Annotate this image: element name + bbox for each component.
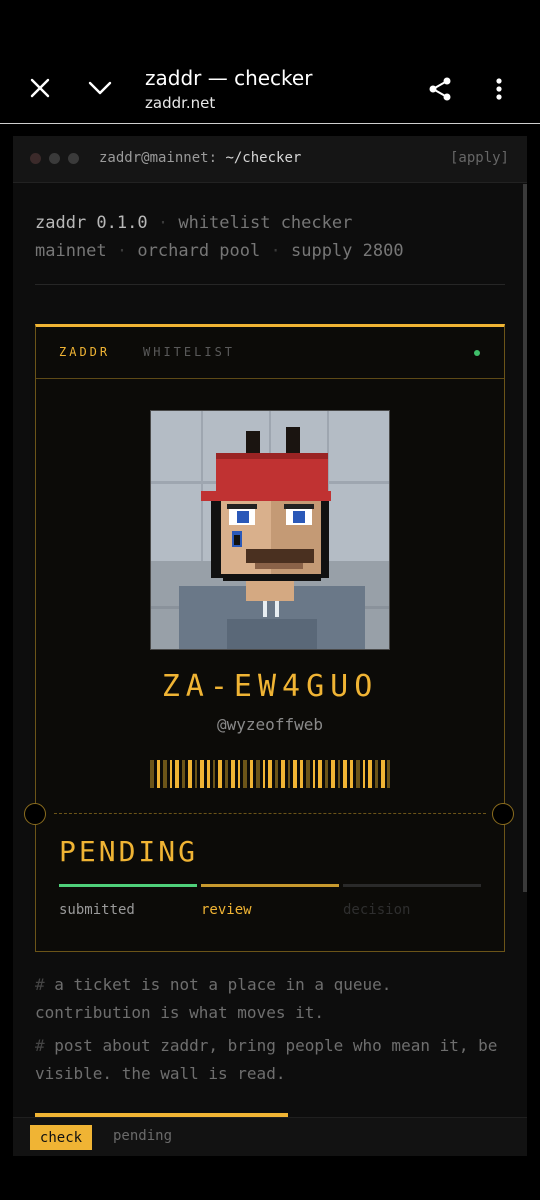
supply-count: supply 2800 bbox=[290, 241, 404, 261]
terminal-prompt: zaddr@mainnet: ~/checker bbox=[99, 150, 301, 166]
pool-name: orchard pool bbox=[137, 241, 261, 261]
ticket-brand: ZADDR bbox=[59, 345, 111, 359]
window-dot-close bbox=[30, 153, 41, 164]
step-label-review: review bbox=[201, 902, 252, 918]
whitelist-ticket: ZADDR WHITELIST ZA-EW4GUO @wyzeoffweb PE… bbox=[24, 324, 514, 952]
ticket-status: PENDING bbox=[59, 835, 199, 868]
ticket-code: ZA-EW4GUO bbox=[161, 669, 379, 704]
step-bar-submitted bbox=[59, 884, 197, 887]
app-description: whitelist checker bbox=[178, 213, 353, 233]
chevron-down-icon[interactable] bbox=[86, 76, 114, 100]
ticket-type: WHITELIST bbox=[143, 345, 236, 359]
divider bbox=[35, 284, 505, 285]
step-label-submitted: submitted bbox=[59, 902, 135, 918]
page-title: zaddr — checker bbox=[145, 66, 313, 90]
online-status-dot bbox=[474, 350, 480, 356]
terminal-titlebar: zaddr@mainnet: ~/checker [apply] bbox=[13, 136, 527, 183]
window-dot-maximize bbox=[68, 153, 79, 164]
ticket-notch-left bbox=[24, 803, 46, 825]
scrollbar[interactable] bbox=[523, 184, 527, 892]
user-handle: @wyzeoffweb bbox=[217, 715, 323, 734]
check-tab[interactable]: check bbox=[30, 1125, 92, 1150]
note-text: # post about zaddr, bring people who mea… bbox=[35, 1032, 515, 1088]
separator: · bbox=[116, 241, 128, 261]
version-line: zaddr 0.1.0 · whitelist checker bbox=[35, 213, 352, 233]
separator: · bbox=[157, 213, 169, 233]
avatar bbox=[150, 410, 390, 650]
prompt-path: ~/checker bbox=[225, 150, 302, 166]
pending-tab[interactable]: pending bbox=[113, 1128, 172, 1144]
apply-link[interactable]: [apply] bbox=[450, 150, 509, 166]
note-content: post about zaddr, bring people who mean … bbox=[35, 1036, 498, 1083]
perforation-line bbox=[54, 813, 486, 814]
prompt-user: zaddr@mainnet: bbox=[99, 150, 218, 166]
terminal-window: zaddr@mainnet: ~/checker [apply] zaddr 0… bbox=[13, 136, 527, 1156]
close-icon[interactable] bbox=[26, 74, 54, 102]
network-name: mainnet bbox=[35, 241, 107, 261]
step-label-decision: decision bbox=[343, 902, 411, 918]
page-url: zaddr.net bbox=[145, 94, 216, 112]
comment-hash: # bbox=[35, 975, 45, 994]
more-vert-icon[interactable] bbox=[488, 75, 510, 103]
terminal-footer: check pending bbox=[13, 1117, 527, 1156]
window-dot-minimize bbox=[49, 153, 60, 164]
app-version: zaddr 0.1.0 bbox=[35, 213, 148, 233]
ticket-notch-right bbox=[492, 803, 514, 825]
network-line: mainnet · orchard pool · supply 2800 bbox=[35, 241, 404, 261]
share-icon[interactable] bbox=[426, 75, 454, 103]
note-content: a ticket is not a place in a queue. cont… bbox=[35, 975, 392, 1022]
separator: · bbox=[270, 241, 281, 261]
browser-toolbar: zaddr — checker zaddr.net bbox=[0, 0, 540, 124]
comment-hash: # bbox=[35, 1036, 45, 1055]
note-text: # a ticket is not a place in a queue. co… bbox=[35, 971, 515, 1027]
ticket-header: ZADDR WHITELIST bbox=[36, 327, 504, 379]
barcode bbox=[150, 760, 390, 788]
step-bar-review bbox=[201, 884, 339, 887]
step-bar-decision bbox=[343, 884, 481, 887]
